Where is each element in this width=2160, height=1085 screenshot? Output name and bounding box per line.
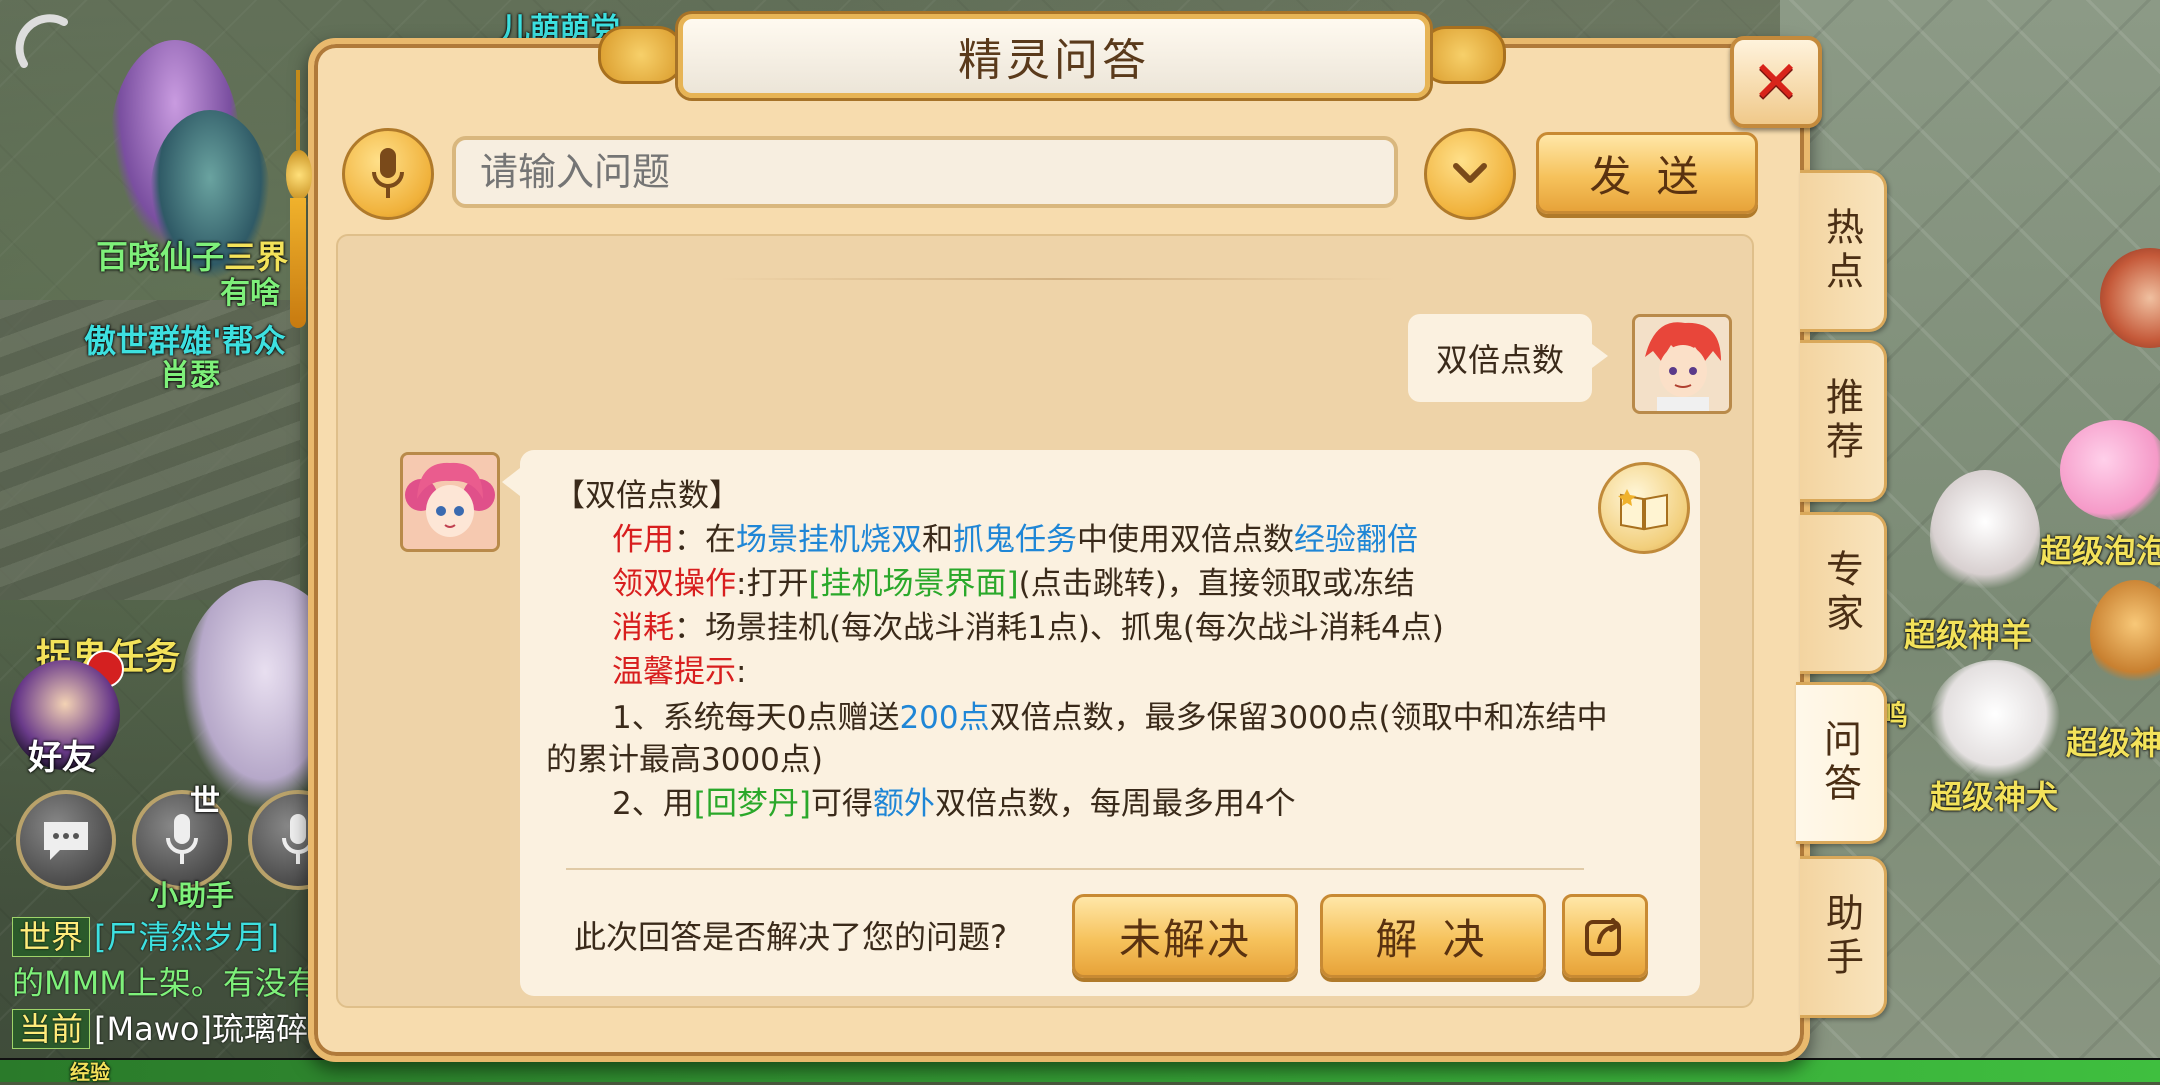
tab-qa[interactable]: 问答: [1796, 682, 1887, 844]
resolved-button[interactable]: 解 决: [1320, 894, 1546, 978]
answer-tip-1: 1、系统每天0点赠送200点双倍点数，最多保留3000点(领取中和冻结中: [612, 700, 1608, 736]
pet-sprite-bubble[interactable]: [2060, 420, 2160, 520]
unresolved-button-label: 未解决: [1118, 914, 1251, 964]
link-200-points[interactable]: 200点: [899, 700, 989, 736]
world-voice-label: 世: [190, 784, 220, 819]
tab-recommend[interactable]: 推荐: [1800, 340, 1887, 502]
answer-tip-heading: 温馨提示:: [612, 654, 747, 690]
assistant-avatar: [400, 452, 500, 552]
chat-line-current[interactable]: 当前 [Mawo]琉璃碎: [12, 1004, 308, 1050]
tab-assistant[interactable]: 助手: [1800, 856, 1887, 1018]
microphone-icon: [166, 814, 198, 864]
book-icon: [1618, 489, 1668, 531]
resolved-button-label: 解 决: [1375, 914, 1491, 964]
close-button[interactable]: ✕: [1730, 36, 1822, 128]
feedback-divider: [566, 868, 1584, 870]
chat-channel-tag: 当前: [12, 1009, 91, 1049]
link-exp-double[interactable]: 经验翻倍: [1294, 522, 1418, 558]
close-icon: ✕: [1751, 48, 1801, 116]
tassel-ornament: [286, 70, 312, 330]
exp-label: 经验: [70, 1060, 110, 1084]
share-icon: [1585, 918, 1621, 956]
answer-claim-line: 领双操作:打开[挂机场景界面](点击跳转)，直接领取或冻结: [612, 566, 1415, 602]
friends-label[interactable]: 好友: [28, 730, 96, 779]
user-message-text: 双倍点数: [1435, 341, 1564, 379]
title-scroll-ornament-left: [598, 26, 684, 84]
npc-subtitle: 有啥: [220, 276, 280, 311]
pet-name-monkey: 超级神: [2066, 724, 2160, 762]
answer-tip-2: 2、用[回梦丹]可得额外双倍点数，每周最多用4个: [612, 786, 1296, 822]
pet-name-dog: 超级神犬: [1930, 778, 2059, 816]
chat-button[interactable]: [16, 790, 116, 890]
answer-heading: 【双倍点数】: [554, 478, 740, 514]
title-scroll-ornament-right: [1420, 26, 1506, 84]
link-ghost-quest[interactable]: 抓鬼任务: [953, 522, 1077, 558]
answer-cost-line: 消耗：场景挂机(每次战斗消耗1点)、抓鬼(每次战斗消耗4点): [612, 610, 1444, 646]
voice-input-button[interactable]: [342, 128, 434, 220]
chat-message: [Mawo]琉璃碎: [94, 1010, 308, 1048]
send-button[interactable]: 发 送: [1536, 132, 1758, 214]
link-scene-idle[interactable]: 场景挂机烧双: [736, 522, 922, 558]
user-avatar[interactable]: [1632, 314, 1732, 414]
link-extra[interactable]: 额外: [873, 786, 935, 822]
chat-channel-tag: 世界: [12, 917, 91, 957]
link-huimengdan-item[interactable]: [回梦丹]: [694, 786, 811, 822]
share-button[interactable]: [1562, 894, 1648, 978]
conversation-top-divider: [720, 278, 1396, 280]
chat-line-continuation: 的MMM上架。有没有: [12, 964, 319, 1002]
feedback-question: 此次回答是否解决了您的问题?: [574, 918, 1007, 956]
answer-usage-line: 作用：在场景挂机烧双和抓鬼任务中使用双倍点数经验翻倍: [612, 522, 1418, 558]
pet-name-goat: 超级神羊: [1904, 616, 2033, 654]
helper-label: 小助手: [150, 879, 235, 912]
pet-sprite-dog[interactable]: [1930, 660, 2060, 780]
player-name[interactable]: 肖瑟: [160, 350, 220, 394]
pet-sprite-goat[interactable]: [1930, 470, 2040, 600]
link-idle-scene-panel[interactable]: [挂机场景界面]: [808, 566, 1018, 602]
tab-hot[interactable]: 热点: [1800, 170, 1887, 332]
chat-bubble-icon: [44, 822, 88, 860]
guide-book-button[interactable]: [1598, 462, 1690, 554]
tab-expert[interactable]: 专家: [1800, 512, 1887, 674]
loading-arc-icon: [15, 14, 68, 68]
pet-name-bubble: 超级泡泡: [2040, 532, 2160, 570]
send-button-label: 发 送: [1589, 151, 1705, 201]
question-input[interactable]: [452, 136, 1398, 208]
chat-message: [尸清然岁月]: [94, 918, 279, 956]
dialog-title-text: 精灵问答: [958, 35, 1150, 86]
dialog-title: 精灵问答: [678, 14, 1430, 98]
unresolved-button[interactable]: 未解决: [1072, 894, 1298, 978]
microphone-icon: [372, 148, 404, 198]
chat-line-world[interactable]: 世界 [尸清然岁月]: [12, 912, 279, 958]
history-dropdown-button[interactable]: [1424, 128, 1516, 220]
user-message-bubble: 双倍点数: [1408, 314, 1608, 402]
answer-tip-1-continued: 的累计最高3000点): [546, 742, 823, 778]
chevron-down-icon: [1453, 163, 1487, 183]
